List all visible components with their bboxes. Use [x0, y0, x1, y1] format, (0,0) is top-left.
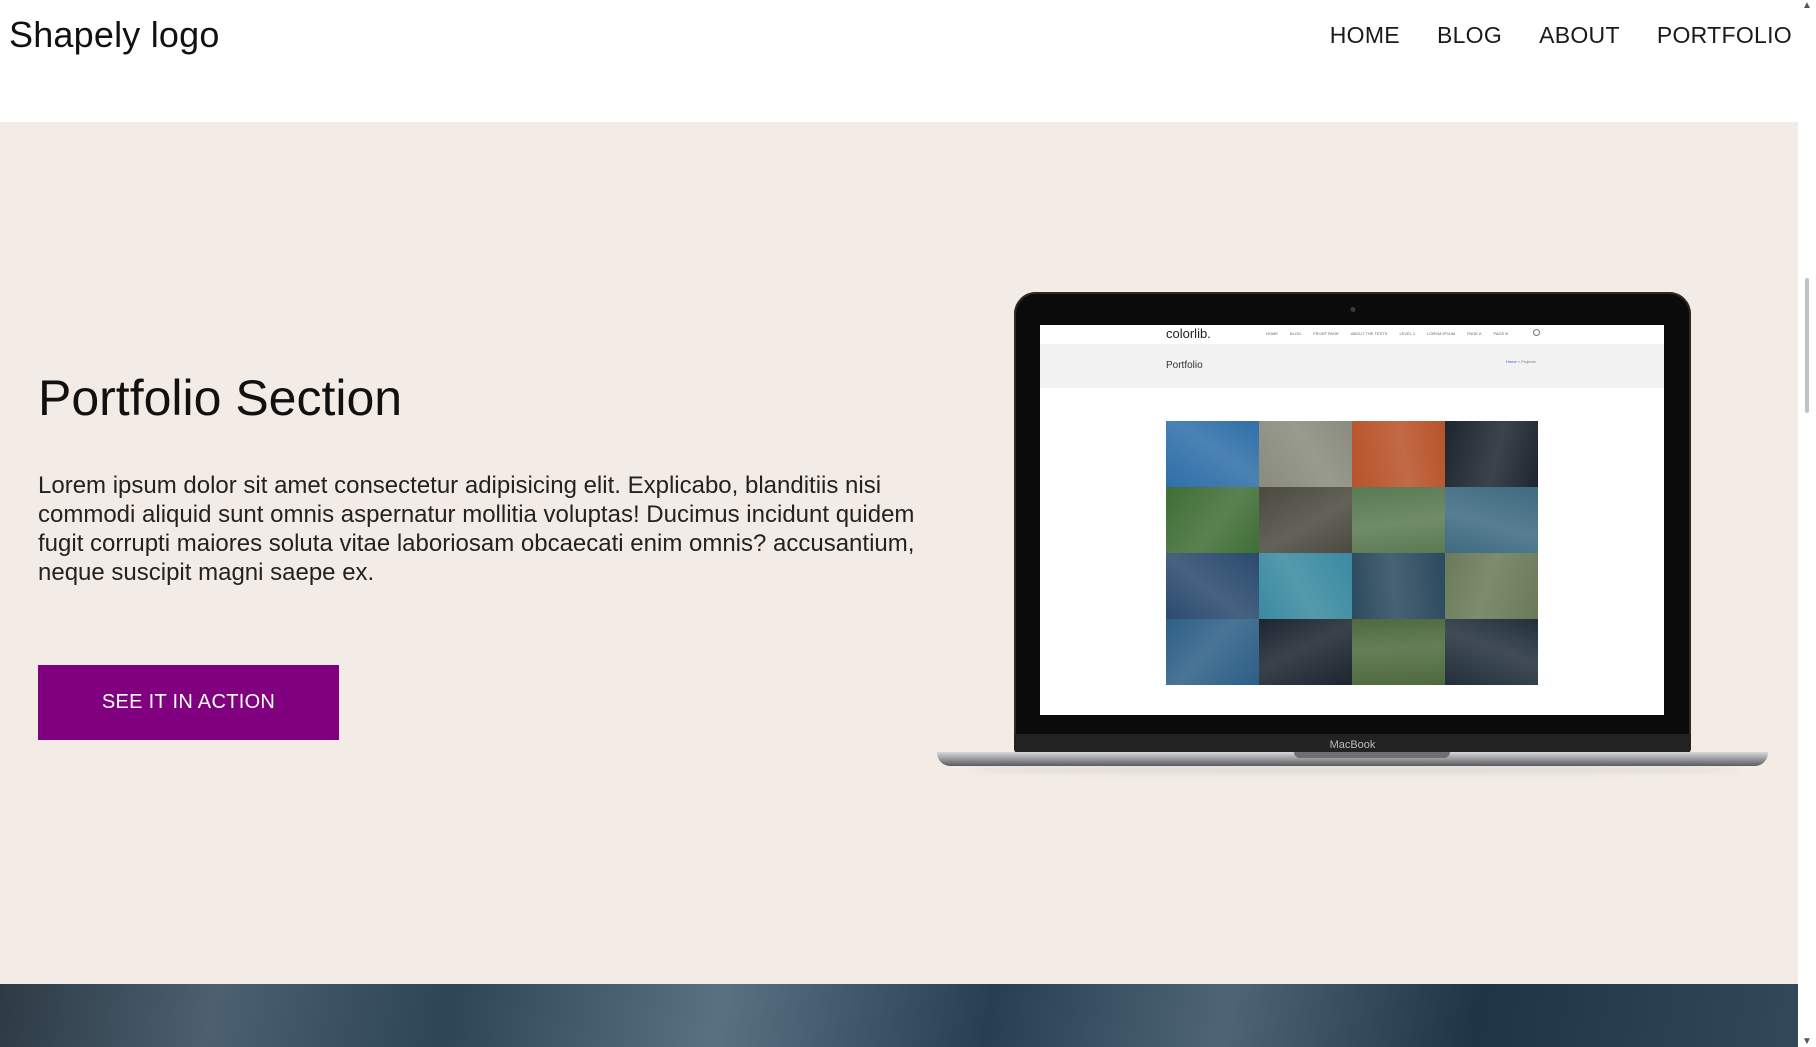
mini-portfolio-tile [1166, 421, 1259, 487]
mini-portfolio-grid [1166, 421, 1538, 685]
laptop-screen: colorlib. HOME BLOG FRONT PAGE ABOUT THE… [1040, 325, 1664, 715]
nav-portfolio[interactable]: PORTFOLIO [1657, 22, 1792, 49]
nav-blog[interactable]: BLOG [1437, 22, 1502, 49]
see-it-in-action-button[interactable]: SEE IT IN ACTION [38, 665, 339, 740]
mini-nav-item: LEVEL 1 [1399, 331, 1416, 336]
site-logo[interactable]: Shapely logo [9, 14, 220, 56]
laptop-lid: colorlib. HOME BLOG FRONT PAGE ABOUT THE… [1014, 292, 1691, 754]
section-title: Portfolio Section [38, 370, 403, 426]
laptop-brand-label: MacBook [1329, 739, 1376, 751]
mini-page-title-band: Portfolio Home » Projects [1040, 344, 1664, 388]
mini-portfolio-tile [1166, 487, 1259, 553]
mini-portfolio-tile [1445, 619, 1538, 685]
scroll-up-arrow-icon[interactable]: ▲ [1798, 0, 1816, 11]
scrollbar-thumb[interactable] [1805, 278, 1809, 413]
laptop-shadow [965, 766, 1740, 774]
mini-breadcrumb-rest: » Projects [1516, 359, 1536, 364]
mini-portfolio-tile [1352, 619, 1445, 685]
mini-portfolio-tile [1259, 487, 1352, 553]
mini-portfolio-tile [1445, 487, 1538, 553]
nav-about[interactable]: ABOUT [1539, 22, 1620, 49]
laptop-bezel-bottom: MacBook [1014, 734, 1691, 754]
mini-nav-item: BLOG [1290, 331, 1302, 336]
mini-page-title: Portfolio [1166, 360, 1203, 371]
mini-nav-item: PAGE A [1467, 331, 1482, 336]
laptop-mockup-image: colorlib. HOME BLOG FRONT PAGE ABOUT THE… [935, 292, 1770, 774]
site-header: Shapely logo HOME BLOG ABOUT PORTFOLIO [0, 0, 1798, 122]
next-section-background-image [0, 984, 1798, 1047]
mini-site-header: colorlib. HOME BLOG FRONT PAGE ABOUT THE… [1040, 325, 1664, 345]
mini-portfolio-tile [1352, 421, 1445, 487]
mini-nav-item: FRONT PAGE [1313, 331, 1339, 336]
mini-site-nav: HOME BLOG FRONT PAGE ABOUT THE TESTS LEV… [1266, 331, 1508, 336]
vertical-scrollbar[interactable]: ▲ ▼ [1798, 0, 1816, 1047]
mini-portfolio-tile [1352, 553, 1445, 619]
mini-portfolio-tile [1352, 487, 1445, 553]
mini-portfolio-tile [1259, 619, 1352, 685]
mini-nav-item: ABOUT THE TESTS [1350, 331, 1388, 336]
mini-site-logo: colorlib. [1166, 326, 1211, 341]
portfolio-section: Portfolio Section Lorem ipsum dolor sit … [0, 122, 1798, 984]
mini-portfolio-tile [1259, 421, 1352, 487]
main-nav: HOME BLOG ABOUT PORTFOLIO [1330, 22, 1792, 49]
mini-nav-item: PAGE B [1493, 331, 1509, 336]
mini-portfolio-tile [1445, 421, 1538, 487]
page: Shapely logo HOME BLOG ABOUT PORTFOLIO P… [0, 0, 1798, 1047]
scroll-down-arrow-icon[interactable]: ▼ [1798, 1036, 1816, 1047]
mini-portfolio-tile [1166, 553, 1259, 619]
mini-nav-item: HOME [1266, 331, 1278, 336]
mini-breadcrumb-home: Home [1506, 359, 1517, 364]
mini-portfolio-tile [1445, 553, 1538, 619]
mini-portfolio-tile [1166, 619, 1259, 685]
section-description: Lorem ipsum dolor sit amet consectetur a… [38, 472, 915, 586]
mini-search-icon [1533, 329, 1540, 336]
mini-portfolio-tile [1259, 553, 1352, 619]
mini-breadcrumb: Home » Projects [1506, 359, 1536, 364]
mini-nav-item: LOREM IPSUM [1427, 331, 1456, 336]
laptop-notch [1294, 752, 1450, 758]
laptop-camera [1350, 307, 1355, 312]
laptop-base [937, 752, 1768, 766]
nav-home[interactable]: HOME [1330, 22, 1400, 49]
